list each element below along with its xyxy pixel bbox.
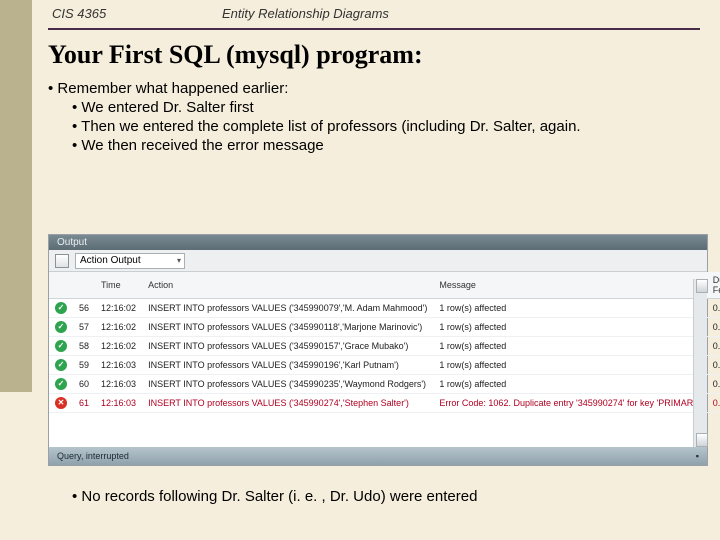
row-index: 58 [73,337,95,356]
output-status-bar: Query, interrupted ▪ [49,447,707,465]
row-time: 12:16:03 [95,356,142,375]
row-message: 1 row(s) affected [433,375,706,394]
col-action[interactable]: Action [142,272,433,299]
resize-grip-icon[interactable]: ▪ [696,451,699,461]
col-duration[interactable]: Duration / Fetch [707,272,720,299]
mysql-output-panel: Output Action Output Time Action Message… [48,234,708,466]
row-index: 61 [73,394,95,413]
col-index[interactable] [73,272,95,299]
success-icon: ✓ [55,302,67,314]
row-message: 1 row(s) affected [433,356,706,375]
row-time: 12:16:03 [95,394,142,413]
row-action: INSERT INTO professors VALUES ('34599007… [142,299,433,318]
content-area: Your First SQL (mysql) program: Remember… [48,40,700,156]
row-message: Error Code: 1062. Duplicate entry '34599… [433,394,706,413]
header-separator [48,28,700,30]
success-icon: ✓ [55,340,67,352]
table-row[interactable]: ✓ 5912:16:03INSERT INTO professors VALUES… [49,356,720,375]
row-time: 12:16:02 [95,337,142,356]
row-action: INSERT INTO professors VALUES ('34599019… [142,356,433,375]
course-code: CIS 4365 [52,6,222,21]
row-action: INSERT INTO professors VALUES ('34599011… [142,318,433,337]
table-row[interactable]: ✓ 5712:16:02INSERT INTO professors VALUES… [49,318,720,337]
grid-header-row: Time Action Message Duration / Fetch [49,272,720,299]
col-time[interactable]: Time [95,272,142,299]
success-icon: ✓ [55,359,67,371]
table-row[interactable]: ✕ 6112:16:03INSERT INTO professors VALUES… [49,394,720,413]
row-message: 1 row(s) affected [433,318,706,337]
row-duration: 0.047 sec [707,318,720,337]
row-time: 12:16:03 [95,375,142,394]
success-icon: ✓ [55,321,67,333]
row-duration: 0.000 sec [707,394,720,413]
header-title: Entity Relationship Diagrams [222,6,389,21]
row-index: 60 [73,375,95,394]
row-time: 12:16:02 [95,299,142,318]
bullet-1c: We then received the error message [72,137,700,154]
row-time: 12:16:02 [95,318,142,337]
row-duration: 0.047 sec [707,337,720,356]
output-mode-dropdown[interactable]: Action Output [75,253,185,269]
col-message[interactable]: Message [433,272,706,299]
page-title: Your First SQL (mysql) program: [48,40,700,70]
output-toolbar: Action Output [49,250,707,272]
row-index: 59 [73,356,95,375]
table-row[interactable]: ✓ 5612:16:02INSERT INTO professors VALUES… [49,299,720,318]
error-icon: ✕ [55,397,67,409]
output-panel-title: Output [49,235,707,250]
table-row[interactable]: ✓ 6012:16:03INSERT INTO professors VALUES… [49,375,720,394]
row-index: 56 [73,299,95,318]
left-ribbon [0,0,32,392]
slide-header: CIS 4365 Entity Relationship Diagrams [0,0,720,27]
output-status-text: Query, interrupted [57,451,129,461]
row-action: INSERT INTO professors VALUES ('34599027… [142,394,433,413]
output-mode-value: Action Output [80,255,141,266]
col-status[interactable] [49,272,73,299]
success-icon: ✓ [55,378,67,390]
window-icon[interactable] [55,254,69,268]
row-message: 1 row(s) affected [433,299,706,318]
bullet-1b: Then we entered the complete list of pro… [72,118,700,135]
bullet-1: Remember what happened earlier: [48,80,700,97]
output-grid: Time Action Message Duration / Fetch ✓ 56… [49,272,720,413]
row-duration: 0.078 sec [707,299,720,318]
row-duration: 0.046 sec [707,375,720,394]
bullet-post: No records following Dr. Salter (i. e. ,… [72,488,696,505]
row-action: INSERT INTO professors VALUES ('34599023… [142,375,433,394]
row-duration: 0.047 sec [707,356,720,375]
scrollbar[interactable] [693,279,707,447]
bullet-1a: We entered Dr. Salter first [72,99,700,116]
row-action: INSERT INTO professors VALUES ('34599015… [142,337,433,356]
table-row[interactable]: ✓ 5812:16:02INSERT INTO professors VALUES… [49,337,720,356]
row-message: 1 row(s) affected [433,337,706,356]
row-index: 57 [73,318,95,337]
